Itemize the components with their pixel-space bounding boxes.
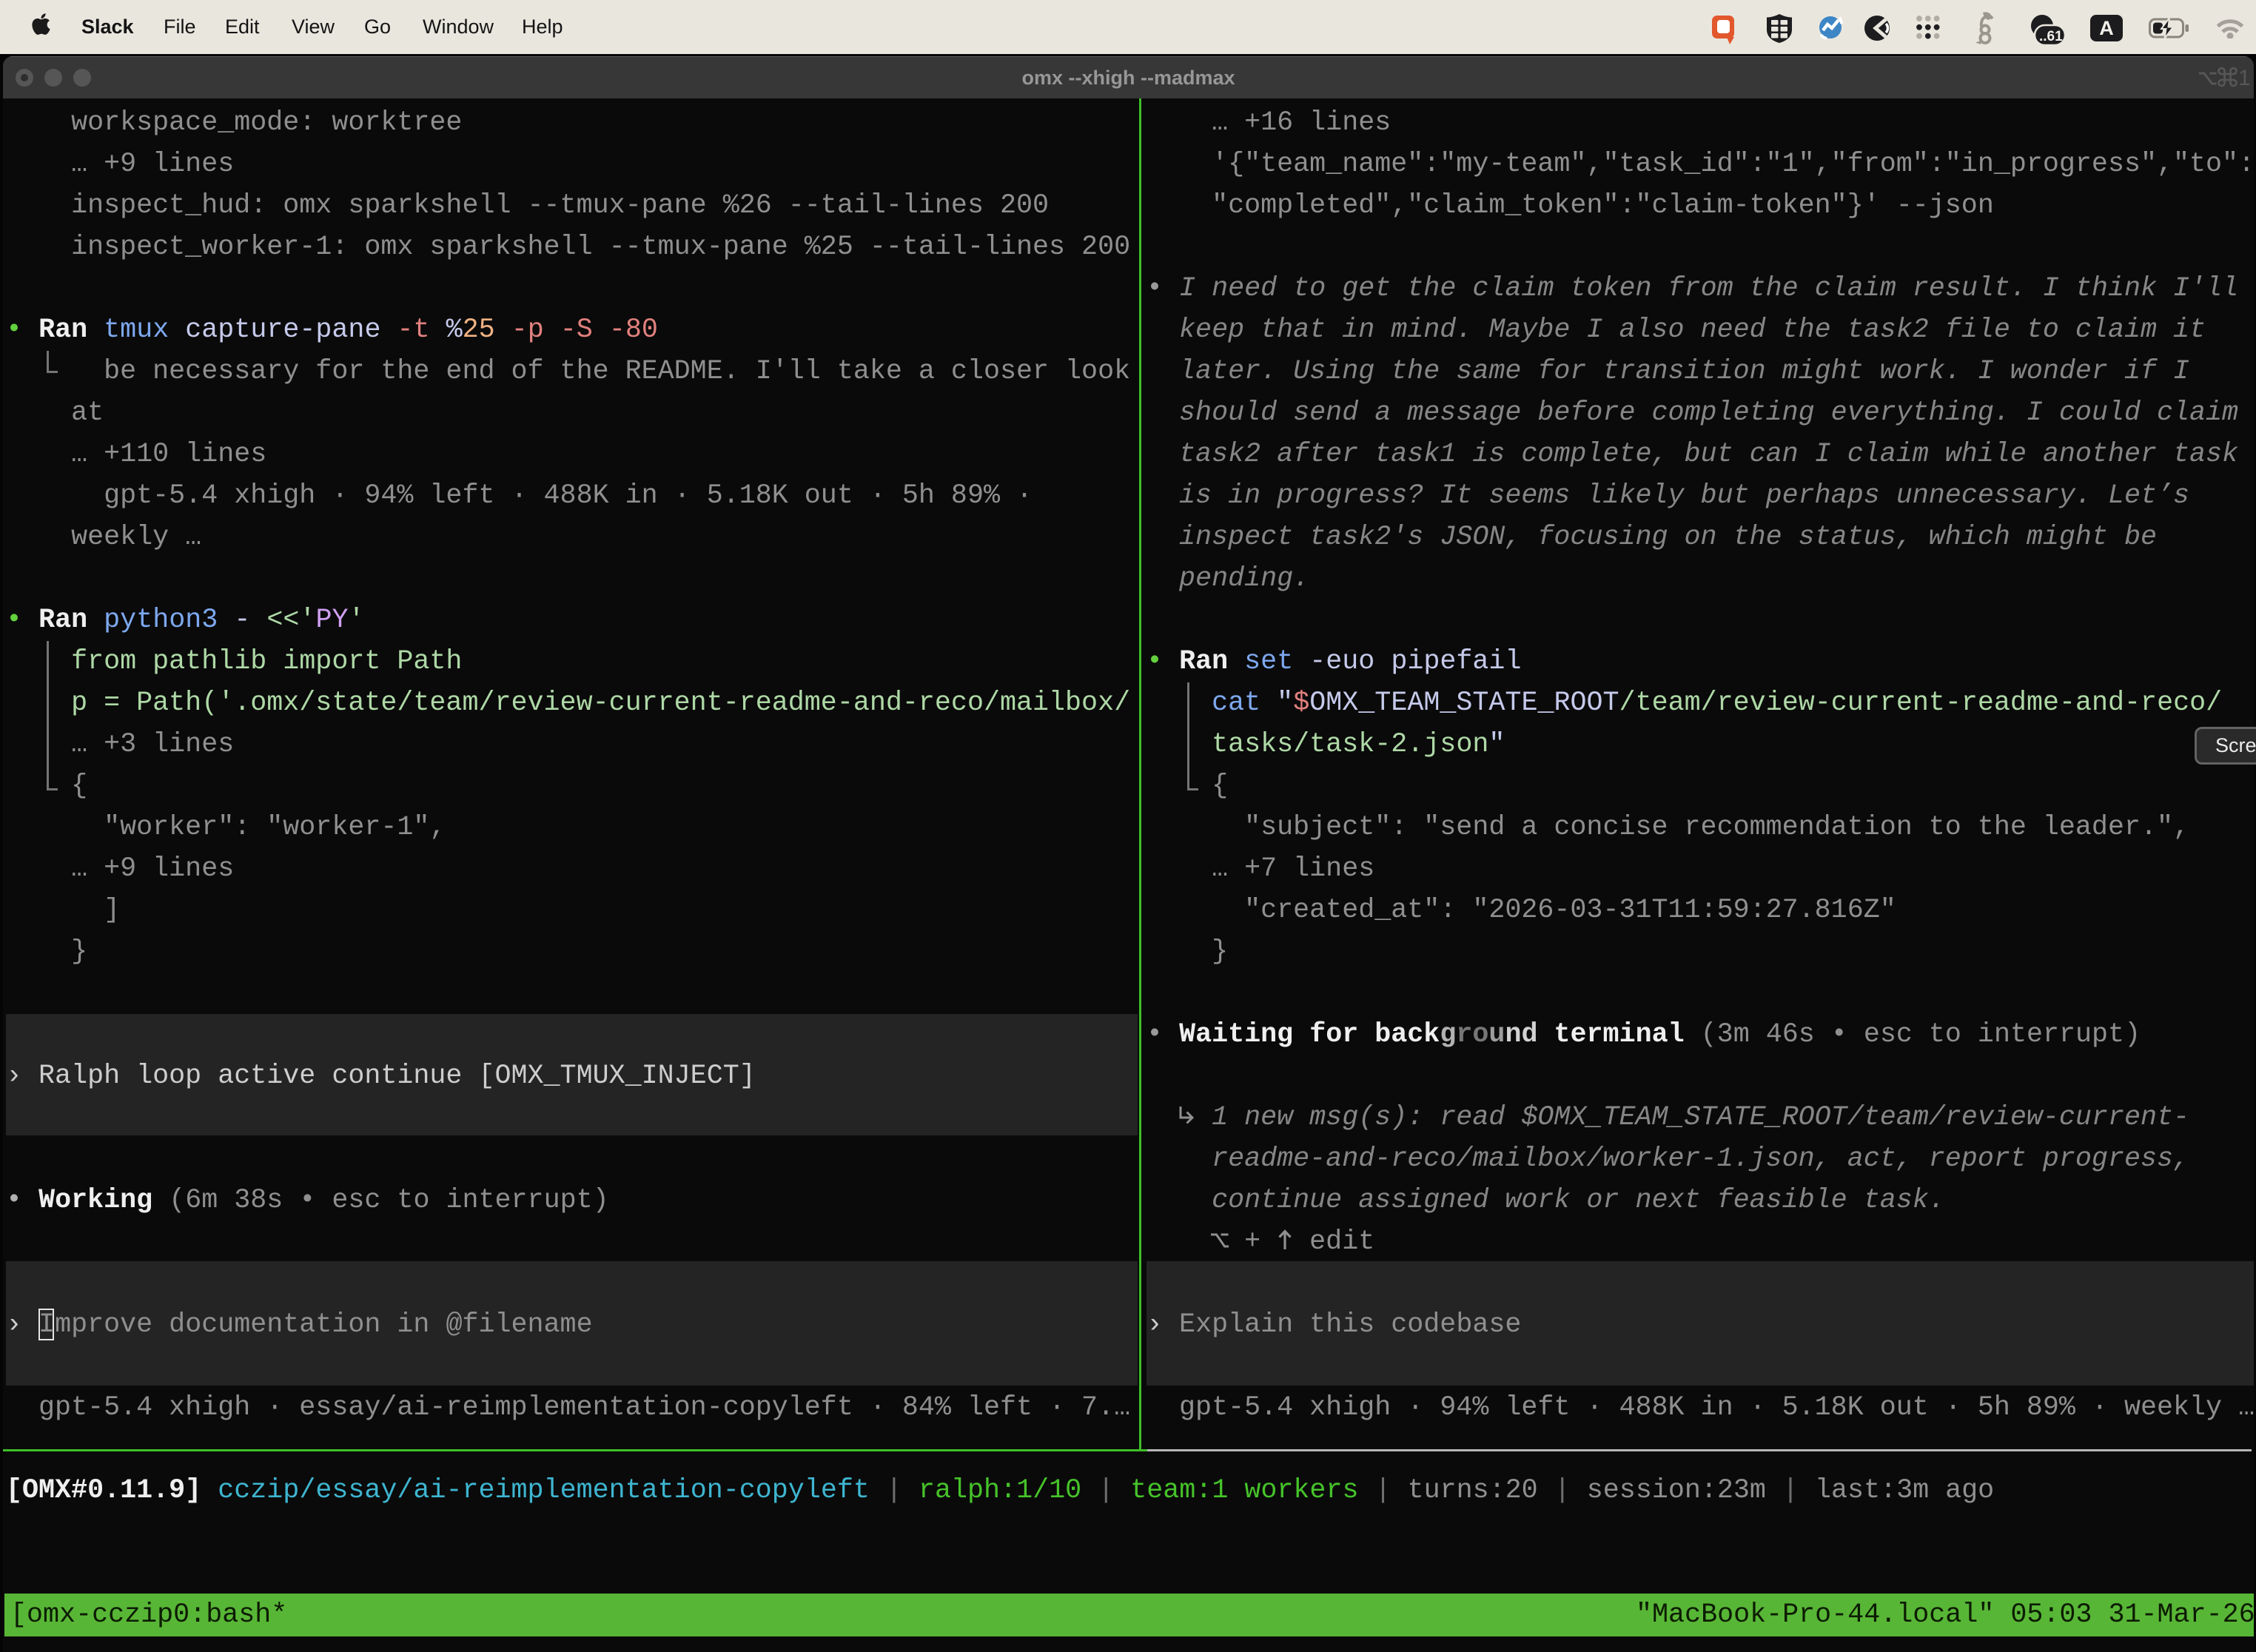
svg-text:..61: ..61 [2039,29,2063,44]
